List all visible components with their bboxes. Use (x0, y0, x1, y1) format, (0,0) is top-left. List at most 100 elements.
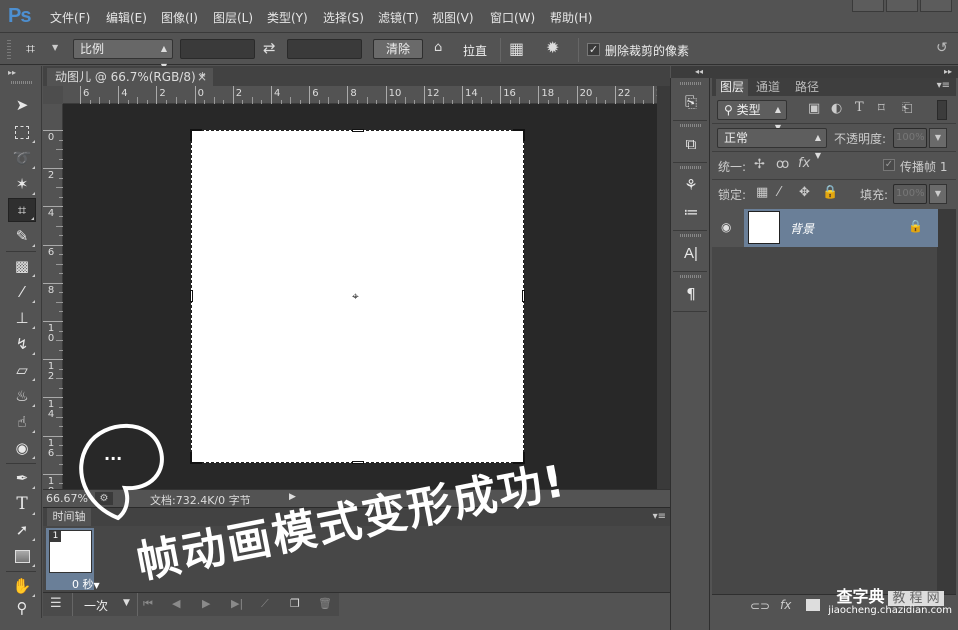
opacity-input[interactable]: 100% (893, 128, 927, 148)
crop-handle-top-right[interactable] (513, 129, 525, 141)
panel-menu-icon[interactable]: ▾≡ (653, 511, 666, 522)
loop-options-select[interactable]: 一次 (84, 597, 108, 614)
filter-type-select[interactable]: ⚲ 类型 ▲▼ (717, 100, 787, 132)
first-frame-button[interactable]: ⏮ (143, 595, 153, 613)
menu-file[interactable]: 文件(F) (50, 9, 90, 26)
timeline-tab[interactable]: 时间轴 (47, 508, 91, 526)
collapse-dock-icon[interactable]: ◂◂ (695, 67, 703, 76)
document-tab[interactable]: 动图儿 @ 66.7%(RGB/8) * × (47, 68, 213, 86)
menu-window[interactable]: 窗口(W) (490, 9, 535, 26)
eyedropper-tool[interactable]: ✎ (8, 224, 36, 248)
frame-delay[interactable]: 0 秒▼ (72, 576, 100, 592)
crop-handle-bottom[interactable] (352, 461, 364, 464)
magic-wand-tool[interactable]: ✶ (8, 172, 36, 196)
unify-visibility-icon[interactable]: ꝏ (776, 157, 789, 172)
add-style-icon[interactable]: fx (780, 598, 791, 612)
dodge-tool[interactable]: ◉ (8, 436, 36, 460)
tween-button[interactable]: ⟋ (261, 595, 269, 613)
fill-dropdown-icon[interactable]: ▼ (929, 184, 947, 204)
vertical-ruler[interactable]: 024681012141618 (43, 104, 63, 504)
clone-stamp-tool[interactable]: ⊥ (8, 306, 36, 330)
layers-scrollbar[interactable] (938, 209, 956, 594)
play-button[interactable]: ▶ (202, 595, 210, 613)
menu-layer[interactable]: 图层(L) (213, 9, 253, 26)
layer-visibility-toggle[interactable]: ◉ (712, 209, 744, 247)
status-options-icon[interactable]: ⚙ (95, 492, 113, 505)
layer-name[interactable]: 背景 (790, 220, 814, 237)
minimize-button[interactable] (852, 0, 884, 12)
filter-toggle-switch[interactable] (937, 100, 947, 120)
lock-transparent-icon[interactable]: ▦ (756, 185, 768, 200)
crop-handle-bottom-right[interactable] (513, 452, 525, 464)
filter-adjustment-icon[interactable]: ◐ (831, 101, 842, 116)
marquee-tool[interactable] (8, 120, 36, 144)
menu-type[interactable]: 类型(Y) (267, 9, 308, 26)
zoom-tool[interactable]: ⚲ (8, 596, 36, 620)
lasso-tool[interactable]: ➰ (8, 146, 36, 170)
crop-handle-bottom-left[interactable] (190, 452, 202, 464)
menu-select[interactable]: 选择(S) (323, 9, 364, 26)
character-panel-icon[interactable]: A| (677, 240, 705, 266)
collapse-panels-icon[interactable]: ▸▸ (944, 67, 952, 76)
delete-frame-button[interactable]: 🗑 (318, 595, 332, 613)
properties-panel-icon[interactable]: ⧉ (677, 131, 705, 157)
gear-icon[interactable]: ✹ (546, 38, 559, 57)
dock-grip[interactable] (680, 275, 702, 278)
convert-timeline-icon[interactable]: ☰ (50, 596, 62, 611)
lock-image-icon[interactable]: ⁄ (778, 185, 780, 200)
tab-layers[interactable]: 图层 (716, 79, 749, 96)
move-tool[interactable]: ➤ (8, 93, 36, 117)
brush-settings-icon[interactable]: ≔ (677, 199, 705, 225)
paint-bucket-tool[interactable]: ♨ (8, 384, 36, 408)
eraser-tool[interactable]: ▱ (8, 358, 36, 382)
lock-position-icon[interactable]: ✥ (799, 185, 810, 200)
ratio-select[interactable]: 比例 ▲▼ (73, 39, 173, 71)
blend-mode-select[interactable]: 正常 ▲ ▼ (717, 128, 827, 160)
menu-help[interactable]: 帮助(H) (550, 9, 592, 26)
close-tab-icon[interactable]: × (197, 68, 207, 86)
menu-edit[interactable]: 编辑(E) (106, 9, 147, 26)
filter-smart-object-icon[interactable]: ⎗ (902, 101, 912, 116)
crop-handle-right[interactable] (522, 290, 525, 302)
unify-style-icon[interactable]: fx (798, 156, 810, 171)
crop-handle-top-left[interactable] (190, 129, 202, 141)
vertical-scrollbar[interactable] (657, 86, 670, 490)
panel-menu-icon[interactable]: ▾≡ (937, 80, 950, 91)
brush-tool[interactable]: ⁄ (8, 280, 36, 304)
straighten-label[interactable]: 拉直 (463, 42, 487, 59)
lock-all-icon[interactable]: 🔒 (822, 185, 838, 200)
straighten-icon[interactable]: ⌂ (434, 40, 442, 55)
previous-frame-button[interactable]: ◀ (172, 595, 180, 613)
crop-tool-icon[interactable]: ⌗ (26, 39, 35, 59)
menu-filter[interactable]: 滤镜(T) (378, 9, 419, 26)
add-mask-icon[interactable] (806, 599, 820, 611)
clear-button[interactable]: 清除 (373, 39, 423, 59)
crop-handle-top[interactable] (352, 129, 364, 132)
next-frame-button[interactable]: ▶| (231, 595, 243, 613)
path-selection-tool[interactable]: ➚ (8, 518, 36, 542)
delete-cropped-checkbox[interactable]: ✓ (587, 43, 600, 56)
toolbox-grip[interactable] (11, 81, 33, 84)
zoom-level[interactable]: 66.67% (46, 492, 88, 505)
maximize-button[interactable] (886, 0, 918, 12)
dock-grip[interactable] (680, 124, 702, 127)
history-panel-icon[interactable]: ⎘ (677, 89, 705, 115)
paragraph-panel-icon[interactable]: ¶ (677, 281, 705, 307)
dock-grip[interactable] (680, 234, 702, 237)
status-menu-arrow-icon[interactable]: ▶ (289, 492, 296, 502)
overlay-grid-icon[interactable]: ▦ (509, 39, 524, 58)
crop-tool[interactable]: ⌗ (8, 198, 36, 222)
height-ratio-input[interactable] (287, 39, 362, 59)
swap-icon[interactable]: ⇄ (263, 39, 276, 57)
options-grip[interactable] (7, 40, 11, 60)
reset-icon[interactable]: ↺ (936, 40, 948, 56)
expand-toolbox-icon[interactable]: ▸▸ (8, 68, 16, 77)
opacity-dropdown-icon[interactable]: ▼ (929, 128, 947, 148)
tab-channels[interactable]: 通道 (752, 79, 784, 96)
delete-cropped-label[interactable]: 删除裁剪的像素 (605, 42, 689, 59)
fill-input[interactable]: 100% (893, 184, 927, 204)
brush-presets-icon[interactable]: ⚘ (677, 172, 705, 198)
history-brush-tool[interactable]: ↯ (8, 332, 36, 356)
filter-shape-icon[interactable]: ⌑ (878, 101, 885, 116)
filter-type-icon[interactable]: T (855, 100, 864, 115)
